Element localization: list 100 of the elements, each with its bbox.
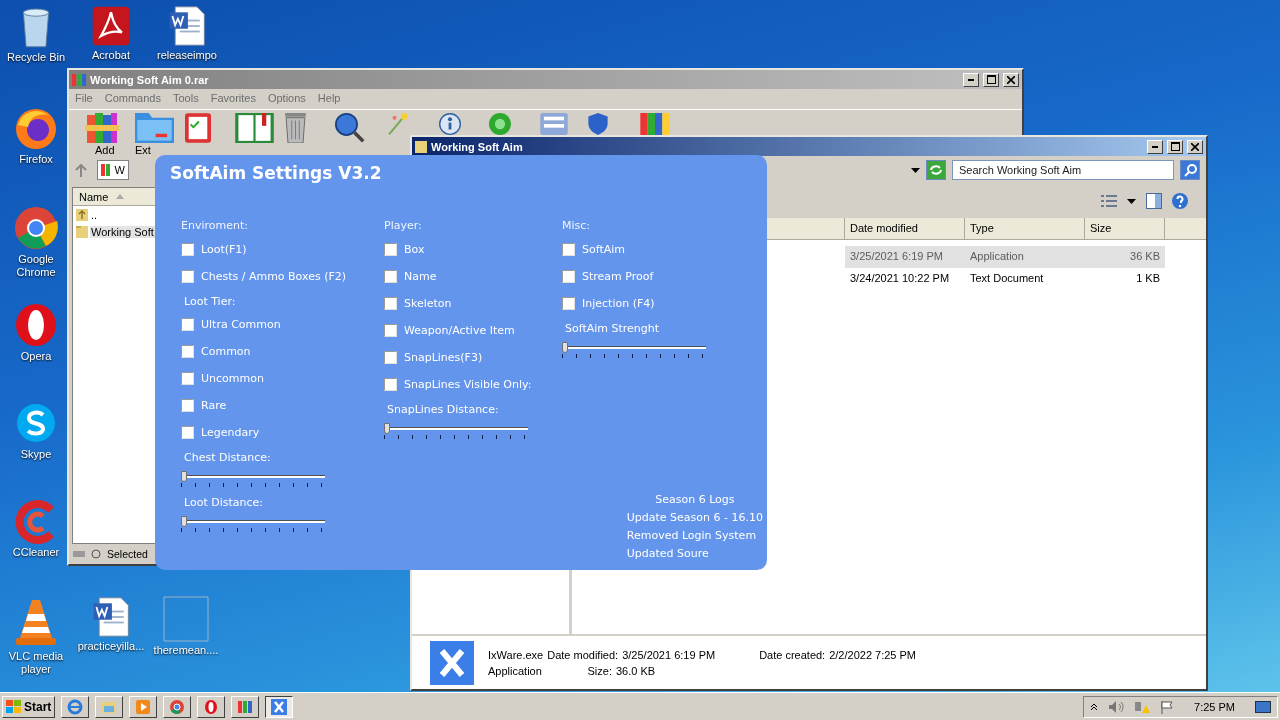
setting-label: SnapLines Distance: <box>387 403 499 416</box>
help-icon[interactable] <box>1172 193 1188 209</box>
slider[interactable] <box>181 471 327 483</box>
checkbox[interactable] <box>384 270 397 283</box>
checkbox[interactable] <box>181 270 194 283</box>
menu-item[interactable]: File <box>75 92 93 106</box>
e-globe-icon <box>67 698 84 715</box>
checkbox[interactable] <box>384 243 397 256</box>
checkbox[interactable] <box>181 399 194 412</box>
close-button[interactable] <box>1003 72 1019 87</box>
desktop-icon-label[interactable]: Acrobat <box>92 49 130 62</box>
show-desktop-icon[interactable] <box>1255 700 1271 713</box>
checkbox[interactable] <box>181 372 194 385</box>
speaker-icon[interactable] <box>1108 699 1125 714</box>
checkbox[interactable] <box>384 378 397 391</box>
chrome-ball-icon <box>13 205 59 251</box>
ring-o-icon <box>13 302 59 348</box>
menu-item[interactable]: Favorites <box>210 92 256 106</box>
checkbox[interactable] <box>181 426 194 439</box>
checkbox[interactable] <box>384 297 397 310</box>
checkbox-label: Legendary <box>201 426 260 439</box>
window-title: Working Soft Aim 0.rar <box>90 73 210 86</box>
sort-arrow-icon <box>116 194 125 199</box>
desktop-icon-label[interactable]: Skype <box>20 448 52 461</box>
desktop-icon-label[interactable]: releaseimpo <box>157 49 217 62</box>
checkbox-label: Name <box>404 270 437 283</box>
minimize-button[interactable] <box>1147 139 1163 154</box>
type-cell-text: Text Document <box>969 271 1045 286</box>
close-button[interactable] <box>1187 139 1203 154</box>
checkbox[interactable] <box>562 243 575 256</box>
maximize-button[interactable] <box>1167 139 1183 154</box>
column-header[interactable]: Date modified <box>845 218 965 239</box>
desktop-icon-label[interactable]: Google Chrome <box>3 253 69 279</box>
checkbox-label: Box <box>404 243 425 256</box>
toolbar-button[interactable]: Ext <box>135 113 179 157</box>
file-name: IxWare.exe <box>488 648 544 661</box>
slider[interactable] <box>384 423 530 435</box>
log-line: Removed Login System <box>626 529 757 542</box>
taskbar-app-button[interactable] <box>265 695 294 718</box>
checkbox-label: Stream Proof <box>582 270 654 283</box>
file-name[interactable]: .. <box>90 208 99 221</box>
column-header[interactable]: Name <box>73 188 155 206</box>
checkbox[interactable] <box>181 243 194 256</box>
slider[interactable] <box>562 342 708 354</box>
column-header[interactable]: Size <box>1085 218 1165 239</box>
column-header[interactable]: Type <box>965 218 1085 239</box>
maximize-icon <box>986 75 996 84</box>
desktop-icon-label[interactable]: CCleaner <box>12 546 60 559</box>
detail-label: Date created: <box>759 648 826 661</box>
section-heading: Player: <box>384 219 422 234</box>
pdf-document-icon <box>90 5 132 47</box>
file-name[interactable]: Working Soft <box>90 225 155 238</box>
refresh-button[interactable] <box>926 160 946 180</box>
panel-title: SoftAim Settings V3.2 <box>170 163 382 183</box>
checkbox[interactable] <box>384 351 397 364</box>
desktop-icon-label[interactable]: Firefox <box>19 153 53 166</box>
desktop-icon-label[interactable]: VLC media player <box>3 650 69 676</box>
maximize-icon <box>1170 142 1180 151</box>
search-field[interactable]: Search Working Soft Aim <box>952 160 1174 180</box>
menu-item[interactable]: Commands <box>104 92 161 106</box>
flag-icon[interactable] <box>1160 699 1175 714</box>
desktop-icon-label[interactable]: Recycle Bin <box>6 51 66 64</box>
checkbox[interactable] <box>384 324 397 337</box>
checkbox[interactable] <box>181 345 194 358</box>
detail-value: 36.0 KB <box>616 664 656 677</box>
minimize-icon <box>1152 145 1158 148</box>
checkbox-label: Injection (F4) <box>582 297 655 310</box>
trash-can-icon <box>285 113 306 143</box>
blank-icon <box>163 596 209 642</box>
checkbox-label: Ultra Common <box>201 318 281 331</box>
detail-label: Date modified: <box>547 648 619 661</box>
desktop-icon-label[interactable]: practiceyilla... <box>77 640 145 653</box>
dropdown-arrow-icon[interactable] <box>1127 198 1136 204</box>
desktop-icon-label[interactable]: Opera <box>20 350 52 363</box>
magic-wand-icon <box>385 113 411 135</box>
checkbox-label: Rare <box>201 399 227 412</box>
chevron-up-icon[interactable] <box>1090 702 1099 711</box>
menu-item[interactable]: Options <box>267 92 306 106</box>
start-button[interactable]: Start <box>2 695 56 718</box>
slider[interactable] <box>181 516 327 528</box>
preview-pane-icon[interactable] <box>1146 193 1162 209</box>
checkbox[interactable] <box>562 297 575 310</box>
path-field[interactable]: W <box>97 160 129 180</box>
checkbox[interactable] <box>562 270 575 283</box>
toolbar-button[interactable]: Add <box>85 113 129 157</box>
search-button[interactable] <box>1180 160 1200 180</box>
file-row[interactable]: 3/24/2021 10:22 PM Text Document 1 KB <box>845 268 1165 290</box>
view-list-icon[interactable] <box>1101 195 1117 207</box>
desktop-icon-label[interactable]: theremean.... <box>153 644 219 657</box>
checkbox[interactable] <box>181 318 194 331</box>
detail-value: 3/25/2021 6:19 PM <box>622 648 716 661</box>
parent-folder-icon <box>76 208 88 221</box>
clipboard-check-icon <box>185 113 211 143</box>
maximize-button[interactable] <box>983 72 999 87</box>
file-row[interactable]: 3/25/2021 6:19 PM Application 36 KB <box>845 246 1165 268</box>
menu-item[interactable]: Help <box>317 92 341 106</box>
minimize-button[interactable] <box>963 72 979 87</box>
menu-item[interactable]: Tools <box>173 92 199 106</box>
dropdown-arrow-icon[interactable] <box>911 167 920 173</box>
ring-o-icon <box>203 698 220 715</box>
